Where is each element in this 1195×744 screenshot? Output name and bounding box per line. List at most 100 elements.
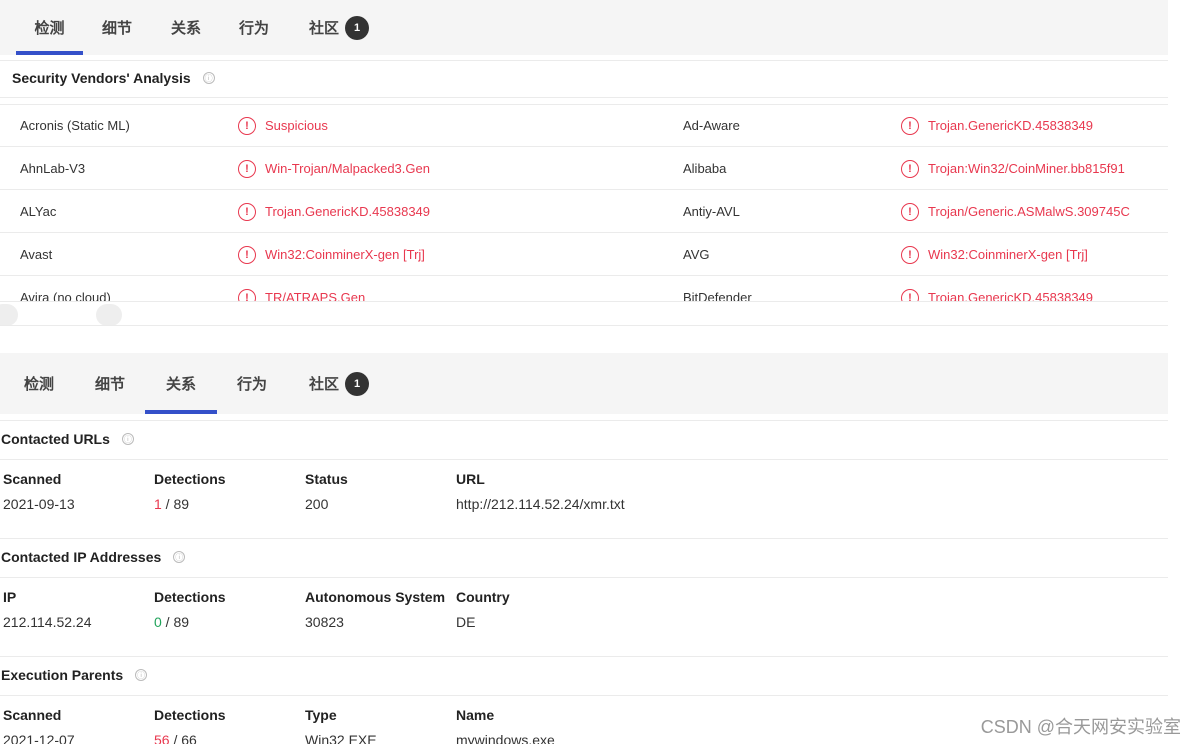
vendor-name: Avast xyxy=(20,233,52,276)
community-count-badge: 1 xyxy=(345,15,369,40)
vendor-name: Ad-Aware xyxy=(683,104,740,147)
tab-label: 检测 xyxy=(34,20,65,37)
alert-icon: ! xyxy=(238,116,256,135)
scroll-shadow xyxy=(0,304,18,326)
section-title-security-vendors: Security Vendors' Analysis ⓘ xyxy=(12,70,215,86)
tab-label: 细节 xyxy=(94,376,125,393)
detections-hit: 56 xyxy=(154,732,170,744)
tab-label: 社区 xyxy=(308,376,339,393)
info-icon[interactable]: ⓘ xyxy=(135,669,148,681)
vendor-result-text: Trojan.GenericKD.45838349 xyxy=(928,290,1094,301)
section-title-contacted-urls: Contacted URLs ⓘ xyxy=(1,431,134,447)
file-name-link[interactable]: mywindows.exe xyxy=(456,732,555,744)
column-header-scanned: Scanned xyxy=(3,471,62,487)
tab-detection[interactable]: 检测 xyxy=(10,353,68,414)
vendor-result-text: Win32:CoinminerX-gen [Trj] xyxy=(928,247,1088,262)
tab-community[interactable]: 社区 1 xyxy=(296,353,382,414)
tab-label: 行为 xyxy=(236,376,267,393)
vendor-result: ! TR/ATRAPS.Gen xyxy=(238,276,365,301)
file-type: Win32 EXE xyxy=(305,732,377,744)
vendor-name-text: Alibaba xyxy=(683,161,727,176)
alert-icon: ! xyxy=(901,288,919,301)
vendor-name-text: Antiy-AVL xyxy=(683,204,740,219)
vendor-name-text: BitDefender xyxy=(683,290,752,301)
scroll-shadow xyxy=(96,304,122,326)
vendor-name: Avira (no cloud) xyxy=(20,276,111,301)
divider xyxy=(0,656,1168,657)
vendor-result-text: Win-Trojan/Malpacked3.Gen xyxy=(265,161,430,176)
vendor-name: ALYac xyxy=(20,190,56,233)
vendor-result: ! Trojan:Win32/CoinMiner.bb815f91 xyxy=(901,147,1125,190)
vendor-name-text: Ad-Aware xyxy=(683,118,740,133)
tab-detection[interactable]: 检测 xyxy=(16,0,83,55)
tab-relations[interactable]: 关系 xyxy=(145,353,217,414)
column-header-detections: Detections xyxy=(154,471,226,487)
column-header-autonomous-system: Autonomous System xyxy=(305,589,446,605)
divider xyxy=(0,538,1168,539)
vendor-result-text: Trojan/Generic.ASMalwS.309745C xyxy=(928,204,1130,219)
vendor-name-text: Acronis (Static ML) xyxy=(20,118,130,133)
alert-icon: ! xyxy=(901,116,919,135)
vendor-name: AhnLab-V3 xyxy=(20,147,85,190)
detections-total: / 89 xyxy=(161,496,190,512)
vendor-name: AVG xyxy=(683,233,710,276)
tab-label: 细节 xyxy=(101,20,132,37)
tab-bar-top: 检测 细节 关系 行为 社区 1 xyxy=(0,0,1168,55)
vendor-row: Avira (no cloud) ! TR/ATRAPS.Gen BitDefende… xyxy=(0,276,1168,301)
tab-label: 社区 xyxy=(308,20,339,37)
info-icon[interactable]: ⓘ xyxy=(121,433,134,445)
detections-count: 0 / 89 xyxy=(154,614,189,630)
vendor-result-text: Trojan.GenericKD.45838349 xyxy=(265,204,431,219)
status-code: 200 xyxy=(305,496,329,512)
tab-relations[interactable]: 关系 xyxy=(157,0,215,55)
alert-icon: ! xyxy=(238,288,256,301)
ip-address-link[interactable]: 212.114.52.24 xyxy=(3,614,92,630)
tab-details[interactable]: 细节 xyxy=(88,0,146,55)
scanned-date: 2021-12-07 xyxy=(3,732,75,744)
tab-details[interactable]: 细节 xyxy=(81,353,139,414)
vendor-row: AhnLab-V3! Win-Trojan/Malpacked3.Gen Aliba… xyxy=(0,147,1168,190)
url-link[interactable]: http://212.114.52.24/xmr.txt xyxy=(456,496,625,512)
watermark: CSDN @合天网安实验室 xyxy=(980,717,1181,737)
tab-bar-second: 检测 细节 关系 行为 社区 1 xyxy=(0,353,1168,414)
tab-behavior[interactable]: 行为 xyxy=(223,353,281,414)
vendor-result-text: Trojan.GenericKD.45838349 xyxy=(928,118,1094,133)
vendor-result: ! Win32:CoinminerX-gen [Trj] xyxy=(901,233,1088,276)
info-icon[interactable]: ⓘ xyxy=(173,551,186,563)
scanned-date: 2021-09-13 xyxy=(3,496,75,512)
active-tab-indicator xyxy=(145,410,217,414)
vendor-name-text: ALYac xyxy=(20,204,57,219)
info-icon[interactable]: ⓘ xyxy=(202,72,215,84)
divider xyxy=(0,420,1168,421)
country: DE xyxy=(456,614,476,630)
vendor-result-text: Trojan:Win32/CoinMiner.bb815f91 xyxy=(928,161,1125,176)
divider xyxy=(0,301,1168,302)
detections-count: 56 / 66 xyxy=(154,732,197,744)
column-header-ip: IP xyxy=(3,589,17,605)
column-header-type: Type xyxy=(305,707,337,723)
section-title-contacted-ips: Contacted IP Addresses ⓘ xyxy=(1,549,186,565)
vendor-result-text: Win32:CoinminerX-gen [Trj] xyxy=(265,247,425,262)
alert-icon: ! xyxy=(901,159,919,178)
vendor-result: ! Trojan.GenericKD.45838349 xyxy=(901,276,1093,301)
vendor-name: Antiy-AVL xyxy=(683,190,740,233)
column-header-scanned: Scanned xyxy=(3,707,62,723)
autonomous-system: 30823 xyxy=(305,614,344,630)
vendor-row: Avast! Win32:CoinminerX-gen [Trj] AVG! Win3… xyxy=(0,233,1168,276)
column-header-detections: Detections xyxy=(154,707,226,723)
detections-hit: 1 xyxy=(154,496,162,512)
tab-label: 关系 xyxy=(165,376,196,393)
tab-label: 行为 xyxy=(238,20,269,37)
detections-hit: 0 xyxy=(154,614,162,630)
tab-label: 检测 xyxy=(23,376,54,393)
vendor-name: Acronis (Static ML) xyxy=(20,104,130,147)
tab-community[interactable]: 社区 1 xyxy=(296,0,382,55)
divider xyxy=(0,459,1168,460)
vendor-row: Acronis (Static ML)! Suspicious Ad-Aware! T… xyxy=(0,104,1168,147)
vendor-result: ! Win-Trojan/Malpacked3.Gen xyxy=(238,147,430,190)
detections-total: / 66 xyxy=(169,732,197,744)
vendors-scroll-area[interactable]: Acronis (Static ML)! Suspicious Ad-Aware! T… xyxy=(0,104,1168,301)
divider xyxy=(0,60,1168,61)
vendor-name-text: Avast xyxy=(20,247,53,262)
tab-behavior[interactable]: 行为 xyxy=(225,0,283,55)
